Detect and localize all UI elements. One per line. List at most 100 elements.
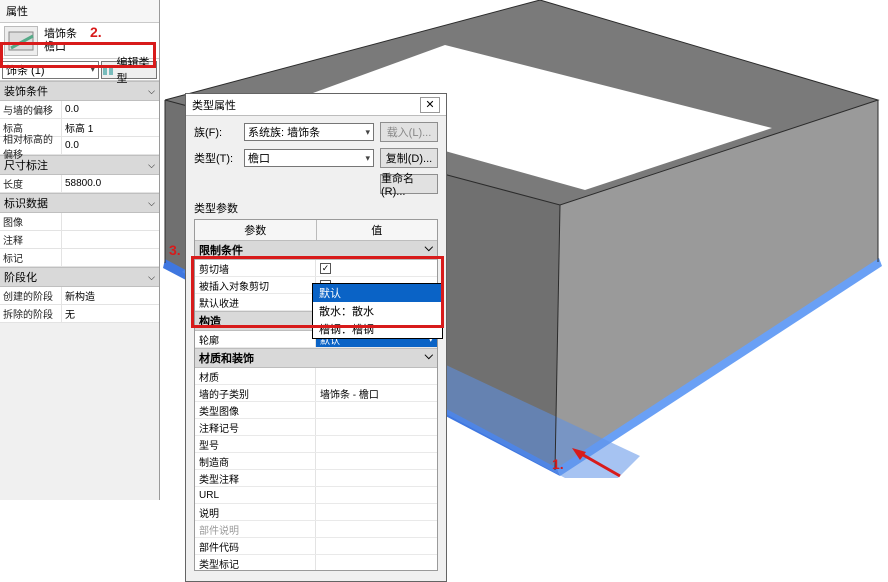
param-row[interactable]: 部件代码 bbox=[195, 538, 437, 555]
property-value[interactable] bbox=[62, 249, 159, 266]
property-row[interactable]: 图像 bbox=[0, 213, 159, 231]
param-row[interactable]: 说明 bbox=[195, 504, 437, 521]
param-key: 类型标记 bbox=[195, 555, 316, 570]
param-value[interactable]: ✓ bbox=[316, 260, 437, 276]
property-row[interactable]: 标记 bbox=[0, 249, 159, 267]
property-row[interactable]: 相对标高的偏移0.0 bbox=[0, 137, 159, 155]
family-value: 系统族: 墙饰条 bbox=[248, 124, 320, 140]
dialog-title: 类型属性 bbox=[192, 97, 236, 113]
group-header[interactable]: 阶段化⌵ bbox=[0, 267, 159, 287]
param-row[interactable]: 材质 bbox=[195, 368, 437, 385]
group-header[interactable]: 尺寸标注⌵ bbox=[0, 155, 159, 175]
dropdown-item[interactable]: 默认 bbox=[313, 284, 442, 302]
property-value[interactable]: 新构造 bbox=[62, 287, 159, 304]
copy-button[interactable]: 复制(D)... bbox=[380, 148, 438, 168]
type-selector-row: 饰条 (1) ▾ 编辑类型 bbox=[0, 59, 159, 81]
param-row[interactable]: 部件说明 bbox=[195, 521, 437, 538]
checkbox[interactable]: ✓ bbox=[320, 263, 331, 274]
group-title: 标识数据 bbox=[4, 195, 48, 211]
type-thumbnail-icon bbox=[4, 26, 38, 56]
family-label: 族(F): bbox=[194, 124, 238, 140]
dropdown-item[interactable]: 槽钢：槽钢 bbox=[313, 320, 442, 338]
param-row[interactable]: 类型图像 bbox=[195, 402, 437, 419]
param-key: URL bbox=[195, 487, 316, 503]
param-value[interactable] bbox=[316, 470, 437, 486]
group-header[interactable]: 标识数据⌵ bbox=[0, 193, 159, 213]
profile-dropdown[interactable]: 默认散水：散水槽钢：槽钢 bbox=[312, 283, 443, 339]
param-row[interactable]: 制造商 bbox=[195, 453, 437, 470]
params-section-label: 类型参数 bbox=[194, 200, 438, 216]
col-header-param: 参数 bbox=[195, 220, 317, 240]
property-value[interactable]: 0.0 bbox=[62, 101, 159, 118]
property-value[interactable]: 0.0 bbox=[62, 137, 159, 154]
panel-title: 属性 bbox=[0, 0, 159, 23]
property-value[interactable]: 无 bbox=[62, 305, 159, 322]
param-value[interactable] bbox=[316, 436, 437, 452]
param-category-header[interactable]: 材质和装饰⌵ bbox=[195, 348, 437, 368]
edit-type-button[interactable]: 编辑类型 bbox=[101, 61, 157, 79]
param-key: 部件说明 bbox=[195, 521, 316, 537]
property-value[interactable]: 标高 1 bbox=[62, 119, 159, 136]
param-row[interactable]: 类型注释 bbox=[195, 470, 437, 487]
param-key: 类型图像 bbox=[195, 402, 316, 418]
type-combo[interactable]: 檐口 ▾ bbox=[244, 149, 374, 167]
property-value[interactable]: 58800.0 bbox=[62, 175, 159, 192]
param-key: 默认收进 bbox=[195, 294, 316, 310]
param-value[interactable] bbox=[316, 521, 437, 537]
property-row[interactable]: 注释 bbox=[0, 231, 159, 249]
instance-selector-combo[interactable]: 饰条 (1) ▾ bbox=[2, 61, 99, 79]
property-value[interactable] bbox=[62, 213, 159, 230]
param-row[interactable]: 注释记号 bbox=[195, 419, 437, 436]
chevron-down-icon: ▾ bbox=[365, 153, 370, 164]
param-value[interactable] bbox=[316, 538, 437, 554]
property-key: 创建的阶段 bbox=[0, 287, 62, 304]
property-key: 标记 bbox=[0, 249, 62, 266]
param-key: 类型注释 bbox=[195, 470, 316, 486]
param-row[interactable]: URL bbox=[195, 487, 437, 504]
property-row[interactable]: 创建的阶段新构造 bbox=[0, 287, 159, 305]
collapse-icon: ⌵ bbox=[148, 160, 155, 171]
property-key: 图像 bbox=[0, 213, 62, 230]
property-row[interactable]: 拆除的阶段无 bbox=[0, 305, 159, 323]
param-row[interactable]: 型号 bbox=[195, 436, 437, 453]
dialog-titlebar[interactable]: 类型属性 ✕ bbox=[186, 94, 446, 116]
chevron-down-icon: ▾ bbox=[365, 127, 370, 138]
type-name-line1: 墙饰条 bbox=[44, 28, 77, 41]
param-value[interactable] bbox=[316, 368, 437, 384]
property-row[interactable]: 长度58800.0 bbox=[0, 175, 159, 193]
param-value[interactable] bbox=[316, 419, 437, 435]
type-value: 檐口 bbox=[248, 150, 270, 166]
dropdown-item[interactable]: 散水：散水 bbox=[313, 302, 442, 320]
param-row[interactable]: 剪切墙 ✓ bbox=[195, 260, 437, 277]
param-value[interactable]: 墙饰条 - 檐口 bbox=[316, 385, 437, 401]
param-key: 剪切墙 bbox=[195, 260, 316, 276]
collapse-icon: ⌵ bbox=[425, 350, 433, 366]
rename-button[interactable]: 重命名(R)... bbox=[380, 174, 438, 194]
property-key: 与墙的偏移 bbox=[0, 101, 62, 118]
property-value[interactable] bbox=[62, 231, 159, 248]
col-header-value: 值 bbox=[317, 220, 438, 240]
params-header: 参数 值 bbox=[195, 220, 437, 240]
collapse-icon: ⌵ bbox=[425, 242, 433, 258]
param-value[interactable] bbox=[316, 402, 437, 418]
property-row[interactable]: 与墙的偏移0.0 bbox=[0, 101, 159, 119]
category-title: 构造 bbox=[199, 313, 221, 329]
param-key: 部件代码 bbox=[195, 538, 316, 554]
load-button[interactable]: 载入(L)... bbox=[380, 122, 438, 142]
param-value[interactable] bbox=[316, 487, 437, 503]
param-row[interactable]: 类型标记 bbox=[195, 555, 437, 570]
param-category-header[interactable]: 限制条件⌵ bbox=[195, 240, 437, 260]
close-icon: ✕ bbox=[425, 98, 434, 111]
edit-type-label: 编辑类型 bbox=[117, 54, 156, 86]
param-value[interactable] bbox=[316, 453, 437, 469]
close-button[interactable]: ✕ bbox=[420, 97, 440, 113]
family-combo[interactable]: 系统族: 墙饰条 ▾ bbox=[244, 123, 374, 141]
param-value[interactable] bbox=[316, 504, 437, 520]
param-key: 被插入对象剪切 bbox=[195, 277, 316, 293]
type-name-line2: 檐口 bbox=[44, 41, 77, 54]
collapse-icon: ⌵ bbox=[148, 272, 155, 283]
param-key: 型号 bbox=[195, 436, 316, 452]
param-key: 轮廓 bbox=[195, 331, 316, 347]
param-value[interactable] bbox=[316, 555, 437, 570]
param-row[interactable]: 墙的子类别墙饰条 - 檐口 bbox=[195, 385, 437, 402]
